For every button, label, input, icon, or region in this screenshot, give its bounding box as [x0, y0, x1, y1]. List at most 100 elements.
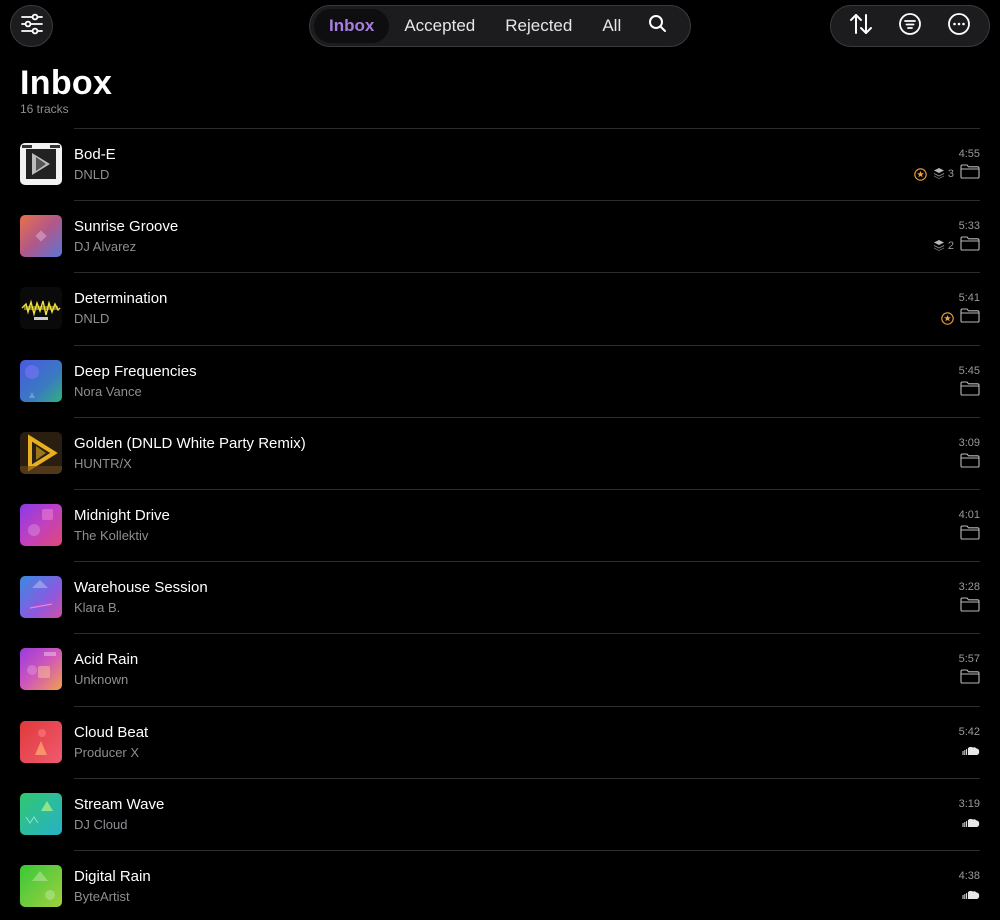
- track-artist: DJ Cloud: [74, 816, 128, 832]
- track-duration: 3:28: [958, 581, 980, 594]
- versions-count: 2: [947, 240, 954, 253]
- folder-icon: [960, 164, 980, 184]
- track-meta-icons: [960, 453, 980, 473]
- folder-icon: [960, 597, 980, 617]
- folder-icon: [960, 308, 980, 328]
- track-row[interactable]: Golden (DNLD White Party Remix) HUNTR/X 3:…: [0, 416, 1000, 489]
- starred-icon: [941, 312, 954, 325]
- tab-rejected[interactable]: Rejected: [490, 9, 587, 43]
- track-artwork: [20, 720, 62, 763]
- track-row[interactable]: Sunrise Groove DJ Alvarez 5:33 2: [0, 200, 1000, 272]
- track-duration: 5:33: [958, 220, 980, 233]
- track-artwork: [20, 792, 62, 835]
- track-duration: 4:55: [958, 148, 980, 160]
- layers-icon: [933, 239, 945, 254]
- track-duration: 5:45: [958, 364, 980, 377]
- track-duration: 3:09: [958, 436, 980, 449]
- track-artwork: [20, 648, 62, 691]
- track-artist: Producer X: [74, 744, 140, 760]
- track-artwork: [20, 359, 62, 402]
- track-meta-icons: [941, 308, 980, 328]
- track-artwork: [20, 576, 62, 619]
- track-title: Golden (DNLD White Party Remix): [74, 434, 306, 452]
- track-title: Bod-E: [74, 146, 116, 163]
- search-button[interactable]: [636, 9, 679, 43]
- track-artist: DNLD: [74, 167, 110, 182]
- track-artist: HUNTR/X: [74, 455, 132, 471]
- track-duration: 5:41: [958, 292, 980, 305]
- track-duration: 5:42: [958, 725, 980, 738]
- filter-lines-icon: [898, 12, 922, 41]
- sort-arrows-icon: [848, 12, 874, 41]
- track-duration: 4:38: [958, 869, 980, 882]
- track-artwork: [20, 431, 62, 474]
- search-icon: [648, 14, 667, 38]
- starred-icon: [914, 167, 927, 181]
- track-title: Acid Rain: [74, 651, 139, 669]
- track-meta-icons: 2: [933, 236, 980, 256]
- filter-button[interactable]: [10, 5, 53, 47]
- track-row[interactable]: Cloud Beat Producer X 5:42: [0, 705, 1000, 778]
- track-artwork: [20, 503, 62, 546]
- folder-icon: [960, 236, 980, 256]
- folder-icon: [960, 381, 980, 401]
- track-title: Deep Frequencies: [74, 362, 197, 380]
- soundcloud-icon: [962, 815, 980, 833]
- folder-icon: [960, 669, 980, 689]
- track-artist: Nora Vance: [74, 383, 142, 399]
- track-title: Cloud Beat: [74, 723, 149, 741]
- tab-accepted[interactable]: Accepted: [389, 9, 490, 43]
- track-artist: Klara B.: [74, 600, 121, 616]
- track-meta-icons: [960, 669, 980, 689]
- track-row[interactable]: Bod-E DNLD 4:55 3: [0, 128, 1000, 200]
- track-meta-icons: [960, 597, 980, 617]
- track-row[interactable]: Deep Frequencies Nora Vance 5:45: [0, 344, 1000, 417]
- track-artist: ByteArtist: [74, 888, 130, 904]
- track-artist: The Kollektiv: [74, 527, 149, 543]
- track-artist: DNLD: [74, 311, 110, 327]
- track-meta-icons: [962, 743, 980, 761]
- versions-count: 3: [947, 168, 954, 180]
- track-row[interactable]: Determination DNLD 5:41: [0, 272, 1000, 344]
- track-title: Stream Wave: [74, 795, 165, 813]
- track-artist: Unknown: [74, 672, 129, 688]
- track-meta-icons: [962, 887, 980, 905]
- tab-all[interactable]: All: [587, 9, 636, 43]
- track-row[interactable]: Warehouse Session Klara B. 3:28: [0, 561, 1000, 633]
- track-meta-icons: 3: [914, 164, 980, 184]
- list-filter-button[interactable]: [893, 9, 927, 43]
- folder-icon: [960, 453, 980, 473]
- track-title: Determination: [74, 290, 168, 308]
- actions-group: [830, 5, 990, 47]
- track-title: Midnight Drive: [74, 506, 170, 524]
- track-meta-icons: [960, 381, 980, 401]
- track-artwork: [20, 864, 62, 907]
- versions-badge: 2: [933, 239, 954, 254]
- track-title: Warehouse Session: [74, 579, 208, 597]
- track-artwork: [20, 287, 62, 330]
- track-row[interactable]: Acid Rain Unknown 5:57: [0, 633, 1000, 705]
- track-duration: 3:19: [958, 797, 980, 810]
- track-title: Digital Rain: [74, 867, 151, 885]
- sliders-icon: [20, 13, 44, 40]
- page-title: Inbox: [20, 64, 113, 102]
- track-title: Sunrise Groove: [74, 218, 179, 236]
- track-row[interactable]: Midnight Drive The Kollektiv 4:01: [0, 488, 1000, 561]
- filter-tabs: Inbox Accepted Rejected All: [309, 5, 691, 47]
- layers-icon: [933, 167, 945, 182]
- track-duration: 4:01: [958, 508, 980, 521]
- track-count: 16 tracks: [20, 102, 69, 116]
- more-button[interactable]: [942, 9, 976, 43]
- track-row[interactable]: Digital Rain ByteArtist 4:38: [0, 849, 1000, 920]
- track-list: Bod-E DNLD 4:55 3 Sunrise Groove DJ Alvarez 5:…: [0, 128, 1000, 920]
- track-artwork: [20, 143, 62, 185]
- sort-button[interactable]: [844, 9, 878, 43]
- folder-icon: [960, 525, 980, 545]
- soundcloud-icon: [962, 743, 980, 761]
- track-row[interactable]: Stream Wave DJ Cloud 3:19: [0, 777, 1000, 850]
- track-artwork: [20, 215, 62, 258]
- versions-badge: 3: [933, 167, 954, 182]
- tab-inbox[interactable]: Inbox: [314, 9, 390, 43]
- track-meta-icons: [962, 815, 980, 833]
- soundcloud-icon: [962, 887, 980, 905]
